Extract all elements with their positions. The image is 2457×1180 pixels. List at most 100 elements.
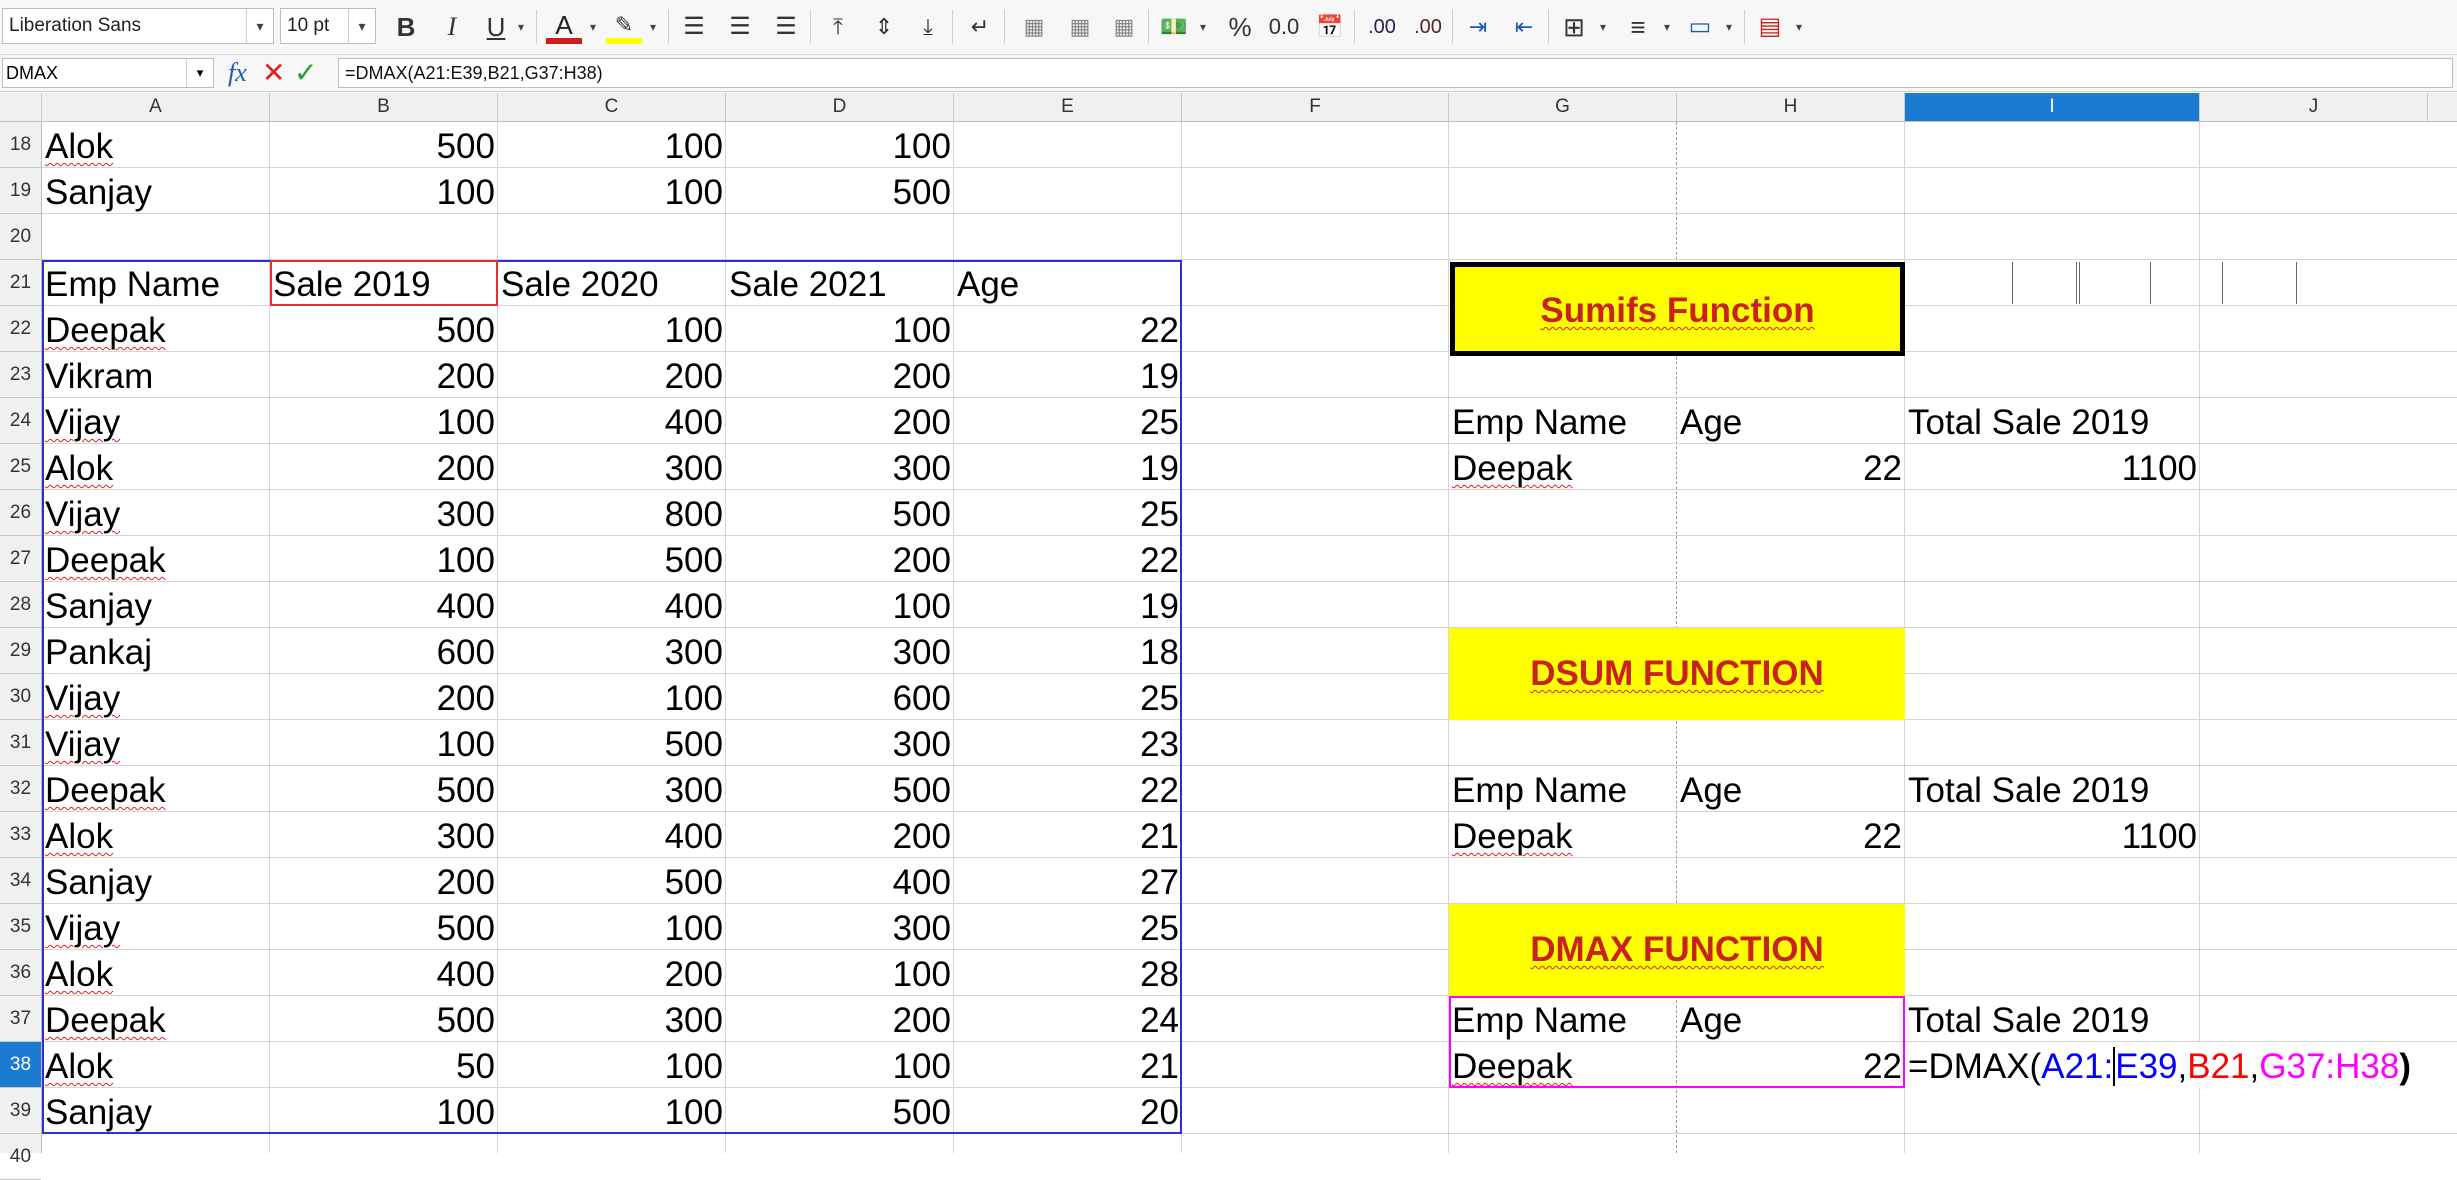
column-header-g[interactable]: G	[1449, 93, 1677, 121]
align-bottom-icon[interactable]: ⤓	[910, 8, 946, 46]
sumifs-v-emp[interactable]: Deepak	[1449, 444, 1677, 490]
border-style-dropdown-icon[interactable]: ▾	[1660, 8, 1674, 46]
row-header[interactable]: 20	[0, 214, 41, 260]
select-all-corner[interactable]	[0, 93, 42, 121]
dsum-v-total[interactable]: 1100	[1905, 812, 2200, 858]
formula-edit-cell-i38[interactable]: =DMAX(A21:E39,B21,G37:H38)	[1905, 1042, 2457, 1088]
add-decimal-button[interactable]: .00	[1364, 8, 1400, 46]
row-header[interactable]: 24	[0, 398, 41, 444]
merge-cells-icon[interactable]: ▦	[1016, 8, 1052, 46]
row-header[interactable]: 23	[0, 352, 41, 398]
cell-b18[interactable]: 500	[270, 122, 498, 168]
column-header-b[interactable]: B	[270, 93, 498, 121]
column-header-d[interactable]: D	[726, 93, 954, 121]
row-header[interactable]: 21	[0, 260, 41, 306]
row-header[interactable]: 25	[0, 444, 41, 490]
dsum-h-emp[interactable]: Emp Name	[1449, 766, 1677, 812]
border-color-icon[interactable]: ▭	[1682, 8, 1718, 46]
row-header[interactable]: 29	[0, 628, 41, 674]
row-header[interactable]: 39	[0, 1088, 41, 1134]
accept-icon[interactable]: ✓	[294, 57, 317, 89]
number-format-button[interactable]: 0.0	[1266, 8, 1302, 46]
row-header[interactable]: 18	[0, 122, 41, 168]
row-header[interactable]: 33	[0, 812, 41, 858]
percent-format-button[interactable]: %	[1222, 8, 1258, 46]
dsum-h-age[interactable]: Age	[1677, 766, 1905, 812]
column-header-c[interactable]: C	[498, 93, 726, 121]
align-middle-icon[interactable]: ⇕	[866, 8, 902, 46]
dsum-h-total[interactable]: Total Sale 2019	[1905, 766, 2200, 812]
underline-button[interactable]: U	[478, 8, 514, 46]
row-header[interactable]: 19	[0, 168, 41, 214]
conditional-format-dropdown-icon[interactable]: ▾	[1792, 8, 1806, 46]
row-header[interactable]: 26	[0, 490, 41, 536]
sumifs-h-emp[interactable]: Emp Name	[1449, 398, 1677, 444]
row-header[interactable]: 30	[0, 674, 41, 720]
unmerge-cells-icon[interactable]: ▦	[1106, 8, 1142, 46]
sumifs-h-age[interactable]: Age	[1677, 398, 1905, 444]
cell-d18[interactable]: 100	[726, 122, 954, 168]
font-color-dropdown-icon[interactable]: ▾	[586, 8, 600, 46]
cell-d19[interactable]: 500	[726, 168, 954, 214]
column-header-f[interactable]: F	[1182, 93, 1449, 121]
bold-button[interactable]: B	[388, 8, 424, 46]
cell-c19[interactable]: 100	[498, 168, 726, 214]
sumifs-h-total[interactable]: Total Sale 2019	[1905, 398, 2200, 444]
border-style-icon[interactable]: ≡	[1620, 8, 1656, 46]
row-header[interactable]: 36	[0, 950, 41, 996]
chevron-down-icon[interactable]: ▾	[246, 9, 273, 43]
row-header[interactable]: 31	[0, 720, 41, 766]
row-header[interactable]: 34	[0, 858, 41, 904]
sumifs-v-total[interactable]: 1100	[1905, 444, 2200, 490]
conditional-format-icon[interactable]: ▤	[1752, 8, 1788, 46]
name-box[interactable]: DMAX ▾	[2, 58, 214, 88]
wrap-text-icon[interactable]: ↵	[962, 8, 998, 46]
column-header-h[interactable]: H	[1677, 93, 1905, 121]
border-color-dropdown-icon[interactable]: ▾	[1722, 8, 1736, 46]
dsum-v-emp[interactable]: Deepak	[1449, 812, 1677, 858]
decrease-indent-icon[interactable]: ⇤	[1506, 8, 1542, 46]
row-header[interactable]: 40	[0, 1134, 41, 1180]
borders-icon[interactable]: ⊞	[1556, 8, 1592, 46]
font-color-button[interactable]: A	[546, 8, 582, 44]
column-header-j[interactable]: J	[2200, 93, 2428, 121]
column-header-i[interactable]: I	[1905, 93, 2200, 121]
row-header[interactable]: 28	[0, 582, 41, 628]
function-wizard-icon[interactable]: fx	[228, 57, 247, 89]
cancel-icon[interactable]: ✕	[262, 57, 285, 89]
merge-center-icon[interactable]: ▦	[1062, 8, 1098, 46]
currency-format-icon[interactable]: 💵	[1156, 8, 1192, 46]
increase-indent-icon[interactable]: ⇥	[1460, 8, 1496, 46]
highlight-dropdown-icon[interactable]: ▾	[646, 8, 660, 46]
formula-input[interactable]: =DMAX(A21:E39,B21,G37:H38)	[338, 58, 2453, 88]
underline-dropdown-icon[interactable]: ▾	[514, 8, 528, 46]
cell-c18[interactable]: 100	[498, 122, 726, 168]
column-header-e[interactable]: E	[954, 93, 1182, 121]
align-left-icon[interactable]: ☰	[676, 8, 712, 46]
cell-a19[interactable]: Sanjay	[42, 168, 270, 214]
row-header[interactable]: 37	[0, 996, 41, 1042]
italic-button[interactable]: I	[434, 8, 470, 46]
row-header[interactable]: 35	[0, 904, 41, 950]
align-right-icon[interactable]: ☰	[768, 8, 804, 46]
column-header-a[interactable]: A	[42, 93, 270, 121]
highlight-color-icon[interactable]: ✎	[606, 8, 642, 44]
align-top-icon[interactable]: ⤒	[820, 8, 856, 46]
chevron-down-icon[interactable]: ▾	[186, 59, 213, 87]
chevron-down-icon[interactable]: ▾	[348, 9, 375, 43]
spreadsheet-grid[interactable]: Alok 500 100 100 Sanjay 100 100 500 Emp …	[42, 122, 2457, 1153]
dmax-h-total[interactable]: Total Sale 2019	[1905, 996, 2200, 1042]
align-center-icon[interactable]: ☰	[722, 8, 758, 46]
cell-a18[interactable]: Alok	[42, 122, 270, 168]
date-format-icon[interactable]: 📅	[1312, 8, 1348, 46]
borders-dropdown-icon[interactable]: ▾	[1596, 8, 1610, 46]
remove-decimal-button[interactable]: .00	[1410, 8, 1446, 46]
row-header[interactable]: 32	[0, 766, 41, 812]
cell-b19[interactable]: 100	[270, 168, 498, 214]
font-size-box[interactable]: 10 pt ▾	[280, 8, 376, 44]
row-header[interactable]: 22	[0, 306, 41, 352]
font-name-box[interactable]: Liberation Sans ▾	[2, 8, 274, 44]
row-header[interactable]: 27	[0, 536, 41, 582]
row-header-active[interactable]: 38	[0, 1042, 41, 1088]
dsum-v-age[interactable]: 22	[1677, 812, 1905, 858]
